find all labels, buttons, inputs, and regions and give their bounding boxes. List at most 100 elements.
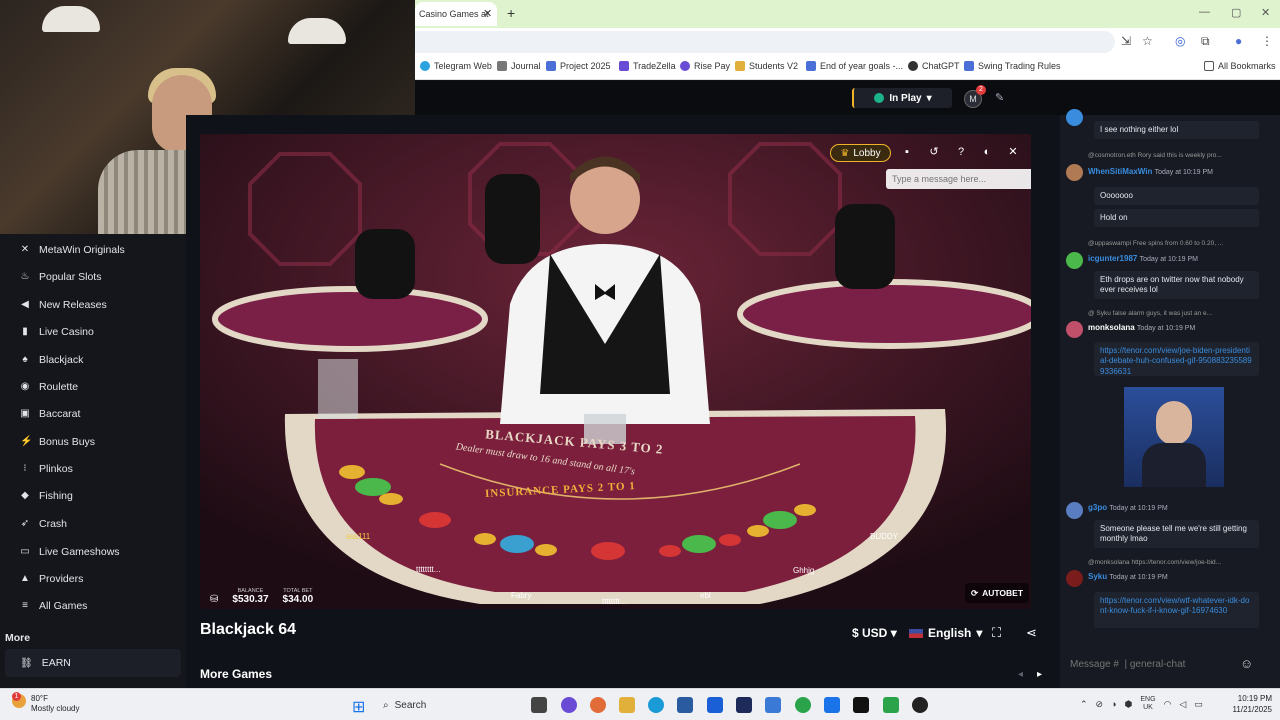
bookmark-end-of-year-goals[interactable]: End of year goals -...	[806, 61, 903, 71]
history-icon[interactable]: ↺	[924, 143, 944, 161]
close-window-icon[interactable]: ✕	[1261, 6, 1270, 19]
game-chat-input[interactable]	[886, 169, 1031, 189]
in-play-dropdown[interactable]: In Play ▾	[852, 88, 952, 108]
chat-username[interactable]: icgunter1987 Today at 10:19 PM	[1088, 254, 1198, 263]
bookmark-star-icon[interactable]: ☆	[1142, 34, 1153, 48]
taskbar-search[interactable]: ⌕ Search	[375, 694, 487, 716]
chat-icon[interactable]: ▪	[897, 143, 917, 161]
dropbox-icon[interactable]	[707, 697, 723, 713]
gif-thumbnail[interactable]	[1124, 387, 1224, 487]
tray-app-icon[interactable]: ⊘	[1096, 699, 1104, 710]
currency-select[interactable]: $ USD ▾	[852, 626, 897, 640]
mail-icon[interactable]	[765, 697, 781, 713]
chevron-up-icon[interactable]: ⌃	[1080, 699, 1088, 710]
bookmark-project-2025[interactable]: Project 2025	[546, 61, 611, 71]
calculator-icon[interactable]	[677, 697, 693, 713]
chat-username[interactable]: Syku Today at 10:19 PM	[1088, 572, 1168, 581]
sidebar-item-popular-slots[interactable]: ♨ Popular Slots	[10, 263, 178, 290]
send-icon[interactable]: ➤	[1030, 171, 1031, 184]
weather-desc: Mostly cloudy	[31, 704, 80, 713]
edge-icon[interactable]	[648, 697, 664, 713]
sidebar-item-earn[interactable]: ⛓ EARN	[5, 649, 181, 677]
app-icon[interactable]	[883, 697, 899, 713]
sidebar-item-fishing[interactable]: ◆ Fishing	[10, 482, 178, 509]
bookmark-chatgpt[interactable]: ChatGPT	[908, 61, 960, 71]
live-blackjack-stream[interactable]: BLACKJACK PAYS 3 TO 2 Dealer must draw t…	[200, 134, 1031, 609]
megaphone-icon: ◀	[21, 299, 29, 310]
tv-icon: ▭	[20, 546, 30, 557]
bookmark-tradezella[interactable]: TradeZella	[619, 61, 676, 71]
sidebar-item-live-casino[interactable]: ▮ Live Casino	[10, 318, 178, 345]
chat-message-input[interactable]	[1070, 655, 1240, 673]
chat-link[interactable]: https://tenor.com/view/wtf-whatever-idk-…	[1094, 592, 1259, 628]
chat-username[interactable]: monksolana Today at 10:19 PM	[1088, 323, 1195, 332]
chrome-icon[interactable]	[795, 697, 811, 713]
sidebar-item-baccarat[interactable]: ▣ Baccarat	[10, 400, 178, 427]
wifi-icon[interactable]: ◠	[1164, 699, 1172, 710]
bookmark-telegram[interactable]: Telegram Web	[420, 61, 492, 71]
sidebar-item-roulette[interactable]: ◉ Roulette	[10, 373, 178, 400]
language-select[interactable]: English ▾	[909, 626, 982, 640]
all-bookmarks[interactable]: All Bookmarks	[1204, 61, 1276, 71]
maximize-icon[interactable]: ▢	[1231, 6, 1241, 19]
system-clock[interactable]: 10:19 PM 11/21/2025	[1222, 694, 1272, 716]
bookmark-students-v2[interactable]: Students V2	[735, 61, 798, 71]
app-icon[interactable]	[736, 697, 752, 713]
help-icon[interactable]: ?	[951, 143, 971, 161]
chat-username[interactable]: WhenSitiMaxWin Today at 10:19 PM	[1088, 167, 1213, 176]
tray-app-icon[interactable]: ⬢	[1125, 699, 1133, 710]
sidebar-item-live-gameshows[interactable]: ▭ Live Gameshows	[10, 538, 178, 565]
volume-icon[interactable]: ◁	[1179, 699, 1186, 710]
arrow-left-icon[interactable]: ◂	[1018, 669, 1023, 680]
chevron-down-icon: ▾	[926, 92, 932, 104]
sidebar-item-bonus-buys[interactable]: ⚡ Bonus Buys	[10, 428, 178, 455]
seat-label: Ghhjg	[793, 566, 815, 575]
task-view-icon[interactable]	[531, 697, 547, 713]
autobet-button[interactable]: ⟳ AUTOBET	[965, 583, 1029, 603]
lobby-button[interactable]: ♛ Lobby	[830, 144, 891, 162]
discord-icon[interactable]	[561, 697, 577, 713]
sidebar-item-providers[interactable]: ▲ Providers	[10, 565, 178, 592]
windows-taskbar: 1 80°F Mostly cloudy ⊞ ⌕ Search ⌃ ⊘ ◑ ⬢ EN…	[0, 688, 1280, 720]
sidebar-item-all-games[interactable]: ≡ All Games	[10, 592, 178, 619]
edit-icon[interactable]: ✎	[995, 91, 1004, 104]
share-icon[interactable]: ⋖	[1026, 625, 1037, 641]
windows-start-icon[interactable]: ⊞	[352, 697, 365, 717]
arrow-right-icon[interactable]: ▸	[1037, 669, 1042, 680]
mute-icon[interactable]: ✕	[1003, 143, 1023, 161]
bookmark-rise-pay[interactable]: Rise Pay	[680, 61, 730, 71]
install-icon[interactable]: ⇲	[1121, 34, 1131, 48]
game-title: Blackjack 64	[200, 621, 297, 638]
url-field[interactable]	[415, 31, 1115, 53]
chat-link[interactable]: https://tenor.com/view/joe-biden-preside…	[1094, 342, 1259, 376]
sidebar-item-blackjack[interactable]: ♠ Blackjack	[10, 346, 178, 373]
close-tab-icon[interactable]: ✕	[483, 7, 492, 20]
copilot-icon[interactable]	[590, 697, 606, 713]
extension-icon[interactable]: ◎	[1175, 34, 1185, 48]
app-icon[interactable]	[912, 697, 928, 713]
puzzle-icon[interactable]: ⧉	[1201, 34, 1210, 49]
emoji-icon[interactable]: ☺	[1240, 656, 1253, 671]
profile-icon[interactable]: ●	[1235, 34, 1242, 48]
notification-badge: 2	[976, 85, 986, 95]
bookmark-journal[interactable]: Journal	[497, 61, 541, 71]
tradingview-icon[interactable]	[853, 697, 869, 713]
fullscreen-icon[interactable]: ⛶	[992, 625, 1001, 641]
bookmark-swing-trading[interactable]: Swing Trading Rules	[964, 61, 1061, 71]
menu-dots-icon[interactable]: ⋮	[1261, 34, 1273, 48]
battery-icon[interactable]: ▭	[1194, 699, 1203, 710]
sidebar-item-metawin-originals[interactable]: ✕ MetaWin Originals	[10, 236, 178, 263]
new-tab-icon[interactable]: +	[507, 5, 515, 21]
sidebar-item-crash[interactable]: ➶ Crash	[10, 510, 178, 537]
chat-username[interactable]: g3po Today at 10:19 PM	[1088, 503, 1168, 512]
sidebar-item-plinkos[interactable]: ⁝ Plinkos	[10, 455, 178, 482]
settings-icon[interactable]: ⚙	[1029, 143, 1031, 161]
weather-widget[interactable]: 1 80°F Mostly cloudy	[12, 692, 80, 714]
file-explorer-icon[interactable]	[619, 697, 635, 713]
tray-app-icon[interactable]: ◑	[1111, 699, 1116, 709]
settings-app-icon[interactable]	[824, 697, 840, 713]
minimize-icon[interactable]: —	[1199, 6, 1210, 18]
sidebar-item-new-releases[interactable]: ◀ New Releases	[10, 291, 178, 318]
video-quality-icon[interactable]: ◐	[977, 143, 997, 161]
language-indicator[interactable]: ENG UK	[1140, 696, 1155, 713]
